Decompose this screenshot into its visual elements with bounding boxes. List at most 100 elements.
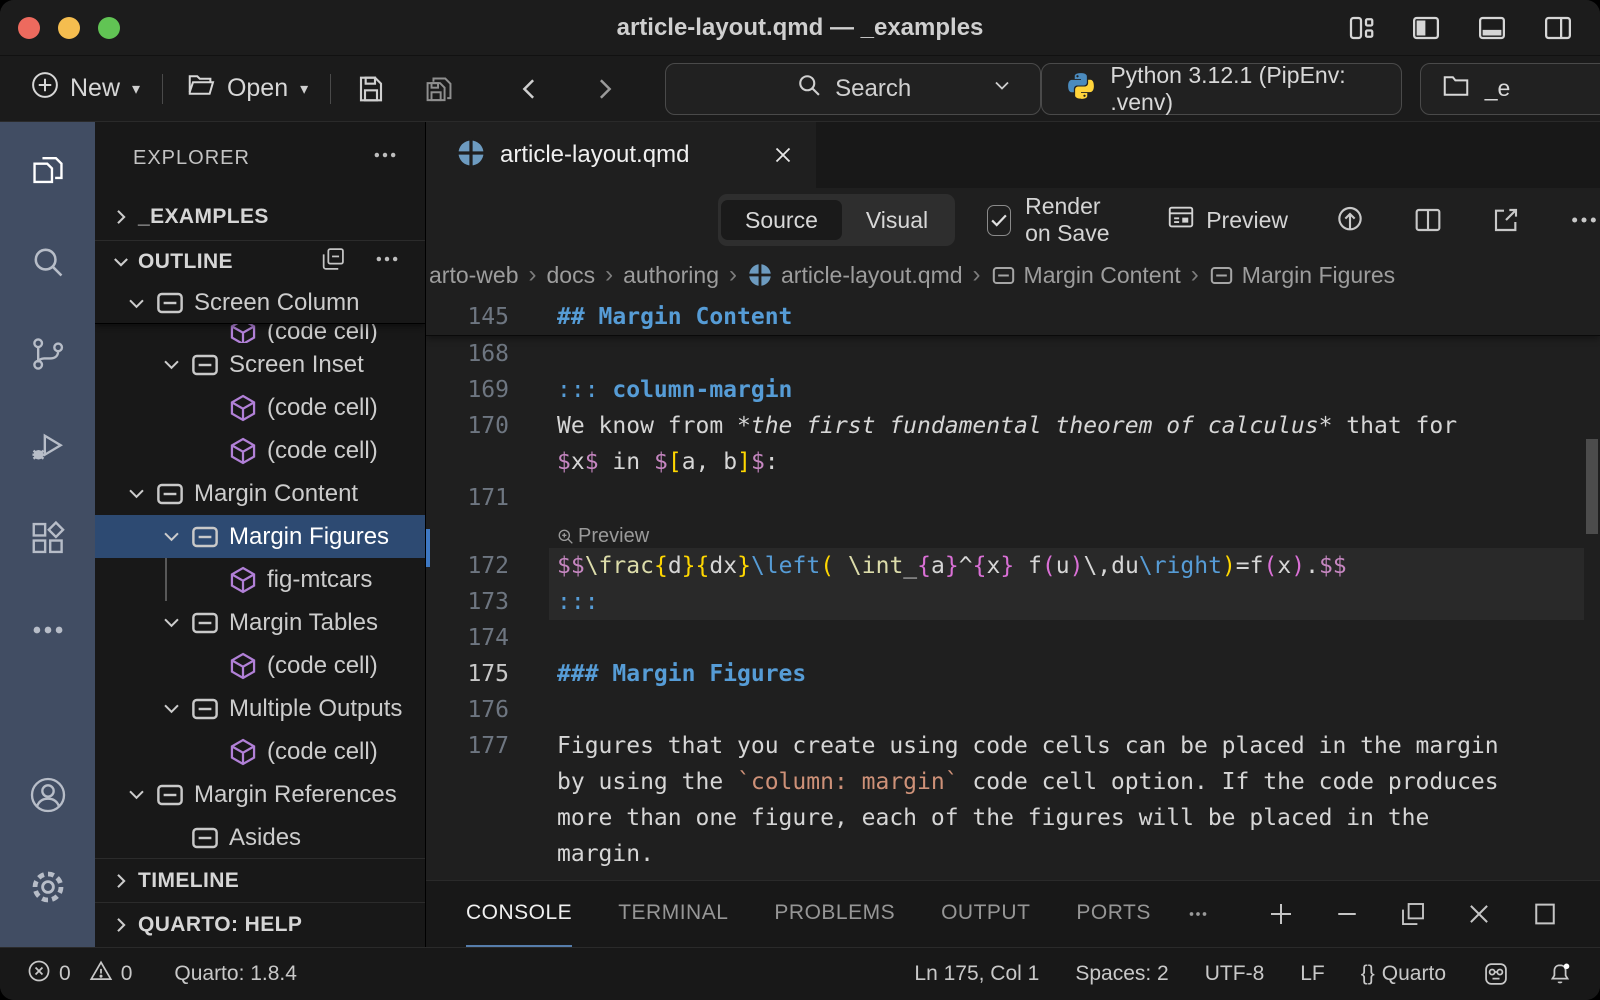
close-panel-icon[interactable] (1464, 899, 1494, 929)
code-line[interactable]: 171 (426, 480, 1600, 516)
code-line[interactable]: 145## Margin Content (426, 298, 1600, 336)
code-line[interactable]: 172$$\frac{d}{dx}\left( \int_{a}^{x} f(u… (426, 548, 1600, 584)
sidebar-section-quarto-help[interactable]: QUARTO: HELP (95, 902, 425, 946)
code-line[interactable]: by using the `column: margin` code cell … (426, 764, 1600, 800)
new-button[interactable]: New ▾ (22, 64, 148, 113)
panel-tab-terminal[interactable]: TERMINAL (618, 881, 728, 947)
outline-item-code-cell[interactable]: (code cell) (95, 730, 425, 773)
feedback-smiley-icon[interactable] (1482, 960, 1510, 988)
code-line[interactable]: margin. (426, 836, 1600, 872)
section-icon (153, 778, 187, 812)
outline-item[interactable]: Margin Figures (95, 515, 425, 558)
publish-icon[interactable] (1334, 204, 1366, 236)
breadcrumb-item[interactable]: authoring (623, 262, 719, 289)
toggle-right-panel-icon[interactable] (1542, 13, 1574, 43)
account-icon[interactable] (26, 773, 70, 817)
cursor-position-status[interactable]: Ln 175, Col 1 (914, 962, 1039, 986)
panel-tab-output[interactable]: OUTPUT (941, 881, 1030, 947)
code-line[interactable]: 170We know from *the first fundamental t… (426, 408, 1600, 444)
save-button[interactable] (345, 67, 397, 111)
breadcrumb-item[interactable]: Margin Figures (1209, 262, 1395, 289)
open-external-icon[interactable] (1490, 204, 1522, 236)
minimize-window-button[interactable] (58, 17, 80, 39)
restore-panel-icon[interactable] (1530, 899, 1560, 929)
source-control-icon[interactable] (26, 332, 70, 376)
close-tab-icon[interactable] (770, 142, 796, 168)
search-input[interactable]: Search (665, 63, 1041, 115)
customize-layout-icon[interactable] (1346, 13, 1376, 43)
preview-button[interactable]: Preview (1166, 202, 1288, 238)
outline-item-code-cell[interactable]: (code cell) (95, 429, 425, 472)
breadcrumb-item[interactable]: arto-web (429, 262, 518, 289)
sidebar-section-examples[interactable]: _EXAMPLES (95, 194, 425, 240)
run-debug-icon[interactable] (26, 424, 70, 468)
outline-item-code-cell[interactable]: fig-mtcars (95, 558, 425, 601)
visual-mode-button[interactable]: Visual (842, 200, 952, 240)
outline-item[interactable]: Margin References (95, 773, 425, 816)
toggle-bottom-panel-icon[interactable] (1476, 13, 1508, 43)
code-line[interactable]: more than one figure, each of the figure… (426, 800, 1600, 836)
breadcrumb-item[interactable]: docs (546, 262, 595, 289)
editor[interactable]: 145## Margin Content168169::: column-mar… (426, 298, 1600, 880)
explorer-icon[interactable] (26, 148, 70, 192)
interpreter-selector[interactable]: Python 3.12.1 (PipEnv: .venv) (1041, 63, 1401, 115)
code-line[interactable]: 175### Margin Figures (426, 656, 1600, 692)
code-line[interactable]: 168 (426, 336, 1600, 372)
settings-gear-icon[interactable] (26, 865, 70, 909)
code-line[interactable]: 176 (426, 692, 1600, 728)
eol-status[interactable]: LF (1300, 962, 1325, 986)
sidebar-section-timeline[interactable]: TIMELINE (95, 858, 425, 902)
toggle-left-panel-icon[interactable] (1410, 13, 1442, 43)
collapse-all-icon[interactable] (319, 245, 347, 279)
outline-item[interactable]: Asides (95, 816, 425, 858)
quarto-version-status[interactable]: Quarto: 1.8.4 (174, 962, 297, 986)
panel-more-tabs-icon[interactable] (1185, 901, 1211, 927)
breadcrumb-item[interactable]: article-layout.qmd (747, 262, 963, 289)
panel-tab-console[interactable]: CONSOLE (466, 881, 572, 947)
maximize-panel-icon[interactable] (1398, 899, 1428, 929)
encoding-status[interactable]: UTF-8 (1205, 962, 1265, 986)
project-button[interactable]: _e (1420, 63, 1600, 115)
code-line[interactable]: 174 (426, 620, 1600, 656)
navigate-back-button[interactable] (505, 68, 555, 110)
breadcrumb-item[interactable]: Margin Content (991, 262, 1181, 289)
explorer-more-actions-icon[interactable] (371, 141, 399, 175)
source-mode-button[interactable]: Source (721, 200, 842, 240)
split-editor-icon[interactable] (1412, 204, 1444, 236)
panel-tab-ports[interactable]: PORTS (1076, 881, 1150, 947)
close-window-button[interactable] (18, 17, 40, 39)
problems-status[interactable]: 0 0 (26, 958, 132, 990)
code-line[interactable]: $x$ in $[a, b]$: (426, 444, 1600, 480)
code-line[interactable]: 169::: column-margin (426, 372, 1600, 408)
outline-item[interactable]: Screen Column (95, 283, 425, 324)
code-line[interactable]: 173::: (426, 584, 1600, 620)
sidebar-section-outline[interactable]: OUTLINE (95, 240, 425, 283)
outline-more-actions-icon[interactable] (373, 245, 401, 279)
outline-item-code-cell[interactable]: (code cell) (95, 644, 425, 687)
more-views-icon[interactable] (26, 608, 70, 652)
math-preview-lens[interactable]: Preview (426, 516, 1600, 548)
code-line[interactable]: 177Figures that you create using code ce… (426, 728, 1600, 764)
open-button[interactable]: Open ▾ (177, 64, 316, 113)
editor-more-actions-icon[interactable] (1568, 204, 1600, 236)
render-on-save-checkbox[interactable] (987, 205, 1011, 236)
search-icon[interactable] (26, 240, 70, 284)
navigate-forward-button[interactable] (579, 68, 629, 110)
language-mode-status[interactable]: {} Quarto (1361, 962, 1446, 986)
notifications-bell-icon[interactable] (1546, 960, 1574, 988)
indentation-status[interactable]: Spaces: 2 (1075, 962, 1168, 986)
panel-tab-problems[interactable]: PROBLEMS (774, 881, 895, 947)
outline-item-code-cell[interactable]: (code cell) (95, 324, 425, 343)
outline-item[interactable]: Screen Inset (95, 343, 425, 386)
save-all-button[interactable] (413, 67, 467, 111)
zoom-window-button[interactable] (98, 17, 120, 39)
tab-article-layout[interactable]: article-layout.qmd (426, 122, 816, 188)
outline-item-code-cell[interactable]: (code cell) (95, 386, 425, 429)
minimize-panel-icon[interactable] (1332, 899, 1362, 929)
vertical-scrollbar[interactable] (1586, 439, 1598, 534)
outline-item[interactable]: Margin Content (95, 472, 425, 515)
extensions-icon[interactable] (26, 516, 70, 560)
outline-item[interactable]: Multiple Outputs (95, 687, 425, 730)
add-console-icon[interactable] (1266, 899, 1296, 929)
outline-item[interactable]: Margin Tables (95, 601, 425, 644)
